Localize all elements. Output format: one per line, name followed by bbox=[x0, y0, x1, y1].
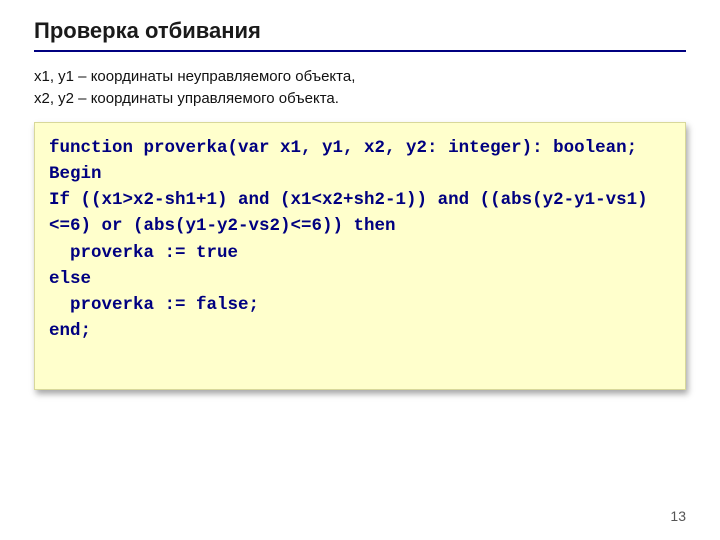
code-block: function proverka(var x1, y1, x2, y2: in… bbox=[34, 122, 686, 390]
title-underline bbox=[34, 50, 686, 52]
page-title: Проверка отбивания bbox=[34, 18, 686, 44]
page-number: 13 bbox=[670, 508, 686, 524]
description-text: x1, y1 – координаты неуправляемого объек… bbox=[34, 66, 686, 110]
slide: Проверка отбивания x1, y1 – координаты н… bbox=[0, 0, 720, 540]
